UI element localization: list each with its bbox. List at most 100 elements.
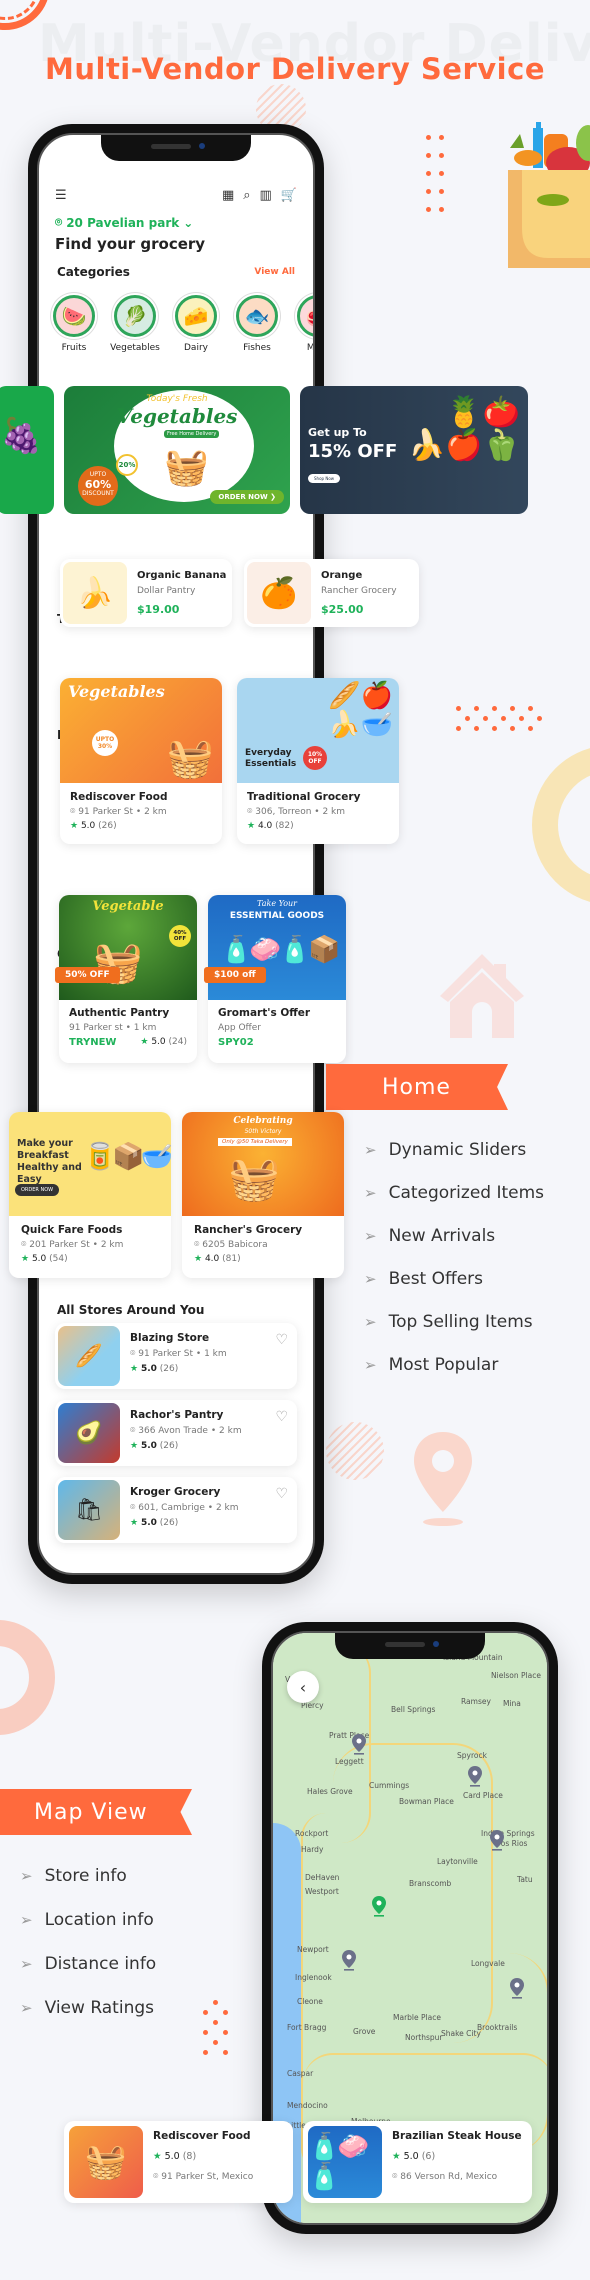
feature-label: Dynamic Sliders — [388, 1140, 527, 1160]
category-fruits[interactable]: 🍉 Fruits — [53, 295, 95, 353]
product-card[interactable]: 🍌 Organic Banana Dollar Pantry $19.00 — [60, 559, 232, 627]
order-now-button[interactable]: ORDER NOW ❯ — [210, 490, 284, 504]
menu-icon[interactable]: ☰ — [55, 188, 67, 203]
banner-tag: Free Home Delivery — [164, 430, 220, 438]
map-place-label: Branscomb — [409, 1879, 452, 1888]
location-selector[interactable]: ⌾ 20 Pavelian park ⌄ — [55, 215, 193, 230]
store-image: 🧴🧼🧴 — [308, 2126, 382, 2198]
decorative-hatch-circle — [326, 1422, 384, 1480]
feature-item: ➢ Best Offers — [364, 1269, 483, 1289]
store-card[interactable]: Vegetables UPTO 30% 🧺 Rediscover Food ⌾ … — [60, 678, 222, 844]
store-pin-icon[interactable] — [489, 1829, 505, 1851]
map-place-label: Brooktrails — [477, 2023, 518, 2032]
store-card[interactable]: Make your Breakfast Healthy and Easy ORD… — [9, 1112, 171, 1278]
dairy-icon: 🧀 — [175, 295, 217, 337]
store-address: 86 Verson Rd, Mexico — [400, 2172, 498, 2182]
review-count: (24) — [168, 1037, 187, 1047]
top-bar: ☰ ▦ ⌕ ▥ 🛒 — [55, 185, 297, 205]
store-list-item[interactable]: 🛍 Kroger Grocery ⌾ 601, Cambrige • 2 km … — [55, 1477, 297, 1543]
rating-value: 5.0 — [164, 2151, 180, 2162]
decorative-dots — [426, 135, 444, 212]
category-vegetables[interactable]: 🥬 Vegetables — [110, 295, 160, 353]
gift-basket-image: 🧺 — [228, 1154, 281, 1203]
location-label: 20 Pavelian park — [66, 215, 180, 230]
offer-card[interactable]: Vegetable 40% OFF 🧺 50% OFF Authentic Pa… — [55, 895, 197, 1063]
map-view-section-ribbon: Map View — [0, 1789, 192, 1835]
map-place-label: Grove — [353, 2027, 376, 2036]
promo-banner-partial[interactable]: 🍇 — [0, 386, 54, 514]
map-place-label: Marble Place — [393, 2013, 441, 2022]
store-card[interactable]: Celebrating 50th Victory Only @50 Taka D… — [182, 1112, 344, 1278]
store-name: Traditional Grocery — [247, 791, 361, 803]
store-image: Make your Breakfast Healthy and Easy ORD… — [9, 1112, 171, 1216]
phone-notch — [335, 1633, 485, 1659]
product-card[interactable]: 🍊 Orange Rancher Grocery $25.00 — [244, 559, 419, 627]
arrow-icon: ➢ — [20, 1867, 33, 1885]
offer-card[interactable]: Take Your ESSENTIAL GOODS 🧴🧼🧴📦 $100 off … — [204, 895, 346, 1063]
cart-icon[interactable]: 🛒 — [281, 188, 297, 203]
back-button[interactable]: ‹ — [287, 1671, 319, 1703]
order-now-button[interactable]: ORDER NOW — [15, 1184, 60, 1196]
store-list-item[interactable]: 🥖 Blazing Store ⌾ 91 Parker St • 1 km ★ … — [55, 1323, 297, 1389]
rating-value: 4.0 — [257, 821, 273, 831]
store-card[interactable]: 🥖🍎 🍌🥣 Everyday Essentials 10% OFF Traditi… — [237, 678, 399, 844]
view-all-link[interactable]: View All — [254, 267, 295, 277]
rating-value: 5.0 — [140, 1441, 157, 1451]
phone-notch — [101, 135, 251, 161]
store-address: 91 Parker St, Mexico — [161, 2172, 254, 2182]
map-place-label: Bell Springs — [391, 1705, 436, 1714]
offer-image: Take Your ESSENTIAL GOODS 🧴🧼🧴📦 — [208, 895, 346, 1000]
review-count: (26) — [159, 1364, 179, 1374]
map-icon[interactable]: ▥ — [260, 188, 272, 203]
offer-address: 91 Parker st — [69, 1023, 123, 1033]
image-offer: Only @50 Taka Delivery — [218, 1138, 292, 1146]
category-dairy[interactable]: 🧀 Dairy — [175, 295, 217, 353]
store-pin-icon[interactable] — [467, 1765, 483, 1787]
section-title: Categories — [57, 265, 130, 279]
badge-value: 60% — [84, 477, 112, 491]
store-pin-icon[interactable] — [509, 1977, 525, 1999]
store-pin-icon[interactable] — [341, 1949, 357, 1971]
store-image: Celebrating 50th Victory Only @50 Taka D… — [182, 1112, 344, 1216]
qr-code-icon[interactable]: ▦ — [222, 188, 234, 203]
store-name: Rediscover Food — [70, 791, 168, 803]
feature-label: Top Selling Items — [388, 1312, 533, 1332]
home-screen: ☰ ▦ ⌕ ▥ 🛒 ⌾ 20 Pavelian park ⌄ Find your… — [37, 133, 315, 1575]
category-label: Fruits — [61, 343, 87, 353]
vegetable-basket-image: 🧺 — [164, 447, 209, 488]
map-store-card[interactable]: 🧺 Rediscover Food ★ 5.0 (8) ⌾ 91 Parker … — [64, 2121, 293, 2203]
promo-code[interactable]: SPY02 — [218, 1037, 336, 1048]
map-place-label: Nielson Place — [491, 1671, 541, 1680]
shop-now-button[interactable]: Shop Now — [308, 474, 341, 483]
map-place-label: Hardy — [301, 1845, 324, 1854]
category-label: Vegetables — [110, 343, 160, 353]
search-icon[interactable]: ⌕ — [243, 188, 250, 203]
produce-image: 🍍🍅 🍌🍎🫑 — [407, 395, 520, 463]
promo-banner-discount[interactable]: Get up To 15% OFF Shop Now 🍍🍅 🍌🍎🫑 — [300, 386, 528, 514]
map-store-card[interactable]: 🧴🧼🧴 Brazilian Steak House ★ 5.0 (6) ⌾ 86… — [303, 2121, 532, 2203]
rating-value: 5.0 — [140, 1364, 157, 1374]
map-place-label: Mina — [503, 1699, 521, 1708]
category-meat[interactable]: 🥩 Meat — [297, 295, 313, 353]
promo-banner-vegetables[interactable]: Today's Fresh Vegetables Free Home Deliv… — [64, 386, 290, 514]
selected-store-pin-icon[interactable] — [371, 1895, 387, 1917]
store-name: Quick Fare Foods — [21, 1224, 123, 1236]
feature-label: Distance info — [44, 1954, 157, 1974]
heart-icon[interactable]: ♡ — [275, 1403, 294, 1463]
heart-icon[interactable]: ♡ — [275, 1326, 294, 1386]
badge-bottom: DISCOUNT — [82, 489, 114, 497]
heart-icon[interactable]: ♡ — [275, 1480, 294, 1540]
home-icon — [440, 954, 524, 1038]
category-label: Dairy — [184, 343, 208, 353]
feature-item: ➢ Most Popular — [364, 1355, 498, 1375]
star-icon: ★ — [140, 1037, 149, 1047]
product-store: Rancher Grocery — [321, 586, 397, 596]
store-pin-icon[interactable] — [351, 1733, 367, 1755]
promo-code[interactable]: TRYNEW — [69, 1037, 116, 1048]
rating-value: 5.0 — [403, 2151, 419, 2162]
fish-icon: 🐟 — [236, 295, 278, 337]
store-list-item[interactable]: 🥑 Rachor's Pantry ⌾ 366 Avon Trade • 2 k… — [55, 1400, 297, 1466]
store-address: 366 Avon Trade — [138, 1426, 208, 1436]
map-place-label: Shake City — [441, 2029, 481, 2038]
category-fishes[interactable]: 🐟 Fishes — [236, 295, 278, 353]
